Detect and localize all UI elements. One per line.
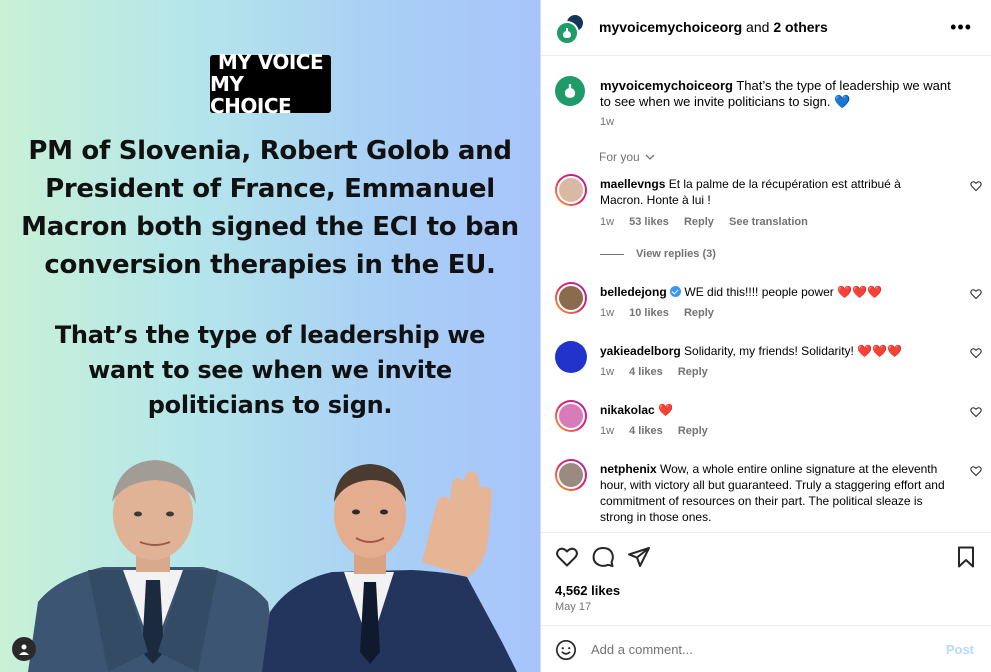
like-comment-heart-icon[interactable] [970, 465, 982, 477]
post-headline: PM of Slovenia, Robert Golob and Preside… [21, 136, 519, 280]
blue-heart-emoji: 💙 [834, 94, 851, 109]
reply-button[interactable]: Reply [684, 307, 714, 319]
add-comment-bar: Post [541, 625, 991, 672]
comment-time: 1w [600, 366, 615, 378]
verified-badge-icon [670, 286, 682, 297]
comments-scroll[interactable]: myvoicemychoiceorg That’s the type of le… [541, 56, 991, 532]
logo-line-1: MY VOICE [217, 50, 324, 74]
comment-body: WE did this!!!! people power [681, 285, 838, 299]
view-replies-label: View replies (3) [636, 248, 716, 260]
like-comment-heart-icon[interactable] [970, 347, 982, 359]
caption-time: 1w [600, 116, 615, 128]
comment-avatar[interactable] [555, 459, 587, 491]
comment-likes[interactable]: 4 likes [629, 425, 663, 437]
share-paper-plane-icon[interactable] [627, 545, 651, 569]
comment-username[interactable]: belledejong [600, 285, 667, 299]
comment-likes[interactable]: 10 likes [629, 307, 669, 319]
like-comment-heart-icon[interactable] [970, 288, 982, 300]
like-comment-heart-icon[interactable] [970, 406, 982, 418]
comment-time: 1w [600, 307, 615, 319]
post-comment-button[interactable]: Post [946, 642, 974, 657]
header-others[interactable]: 2 others [773, 19, 827, 35]
see-translation-button[interactable]: See translation [729, 216, 808, 228]
caption-username[interactable]: myvoicemychoiceorg [600, 78, 733, 93]
reply-button[interactable]: Reply [678, 425, 708, 437]
reply-button[interactable]: Reply [678, 366, 708, 378]
replies-divider [600, 253, 624, 255]
red-hearts-emoji: ❤️❤️❤️ [837, 285, 882, 299]
collab-avatars[interactable] [555, 13, 587, 45]
add-comment-input[interactable] [591, 638, 931, 660]
comment-avatar[interactable] [555, 174, 587, 206]
comment-avatar[interactable] [555, 282, 587, 314]
comment-text: nikakolac ❤️ [600, 402, 945, 418]
caption-text: myvoicemychoiceorg That’s the type of le… [600, 78, 960, 110]
bottle-logo-icon [564, 84, 576, 98]
comment-likes[interactable]: 53 likes [629, 216, 669, 228]
caption-avatar[interactable] [555, 76, 585, 106]
comment-meta: 1w 53 likes Reply See translation [600, 216, 820, 228]
comment-text: maellevngs Et la palme de la récupératio… [600, 176, 945, 208]
comment-text: belledejong WE did this!!!! people power… [600, 284, 945, 300]
comment-username[interactable]: maellevngs [600, 177, 665, 191]
red-hearts-emoji: ❤️❤️❤️ [857, 344, 903, 358]
comment-username[interactable]: yakieadelborg [600, 344, 681, 358]
comment-likes[interactable]: 4 likes [629, 366, 663, 378]
comment-time: 1w [600, 216, 615, 228]
comment-time: 1w [600, 425, 615, 437]
comment-meta: 1w 10 likes Reply [600, 307, 726, 319]
post-viewer: MY VOICE MY CHOICE PM of Slovenia, Rober… [0, 0, 991, 672]
sort-label: For you [599, 150, 640, 164]
bottle-logo-icon [563, 28, 571, 38]
reply-button[interactable]: Reply [684, 216, 714, 228]
comment-bubble-icon[interactable] [591, 545, 615, 569]
save-bookmark-icon[interactable] [954, 545, 978, 569]
comment-body: Solidarity, my friends! Solidarity! [680, 344, 858, 358]
likes-count[interactable]: 4,562 likes [555, 583, 620, 598]
post-header: myvoicemychoiceorg and 2 others ••• [541, 0, 991, 56]
comment-text: yakieadelborg Solidarity, my friends! So… [600, 343, 945, 359]
comment-username[interactable]: netphenix [600, 462, 657, 476]
comment-avatar[interactable] [555, 400, 587, 432]
emoji-smiley-icon[interactable] [555, 639, 577, 661]
comment-text: netphenix Wow, a whole entire online sig… [600, 461, 945, 525]
like-heart-icon[interactable] [555, 545, 579, 569]
view-replies-button[interactable]: View replies (3) [600, 248, 716, 260]
comment-meta: 1w 4 likes Reply [600, 425, 720, 437]
photo-person-left [28, 460, 278, 672]
logo-line-2: MY CHOICE [210, 72, 292, 118]
comment-username[interactable]: nikakolac [600, 403, 655, 417]
red-heart-emoji: ❤️ [658, 403, 673, 417]
account-avatar [555, 21, 579, 45]
header-and: and [742, 19, 774, 35]
chevron-down-icon [645, 154, 655, 160]
comments-sort-dropdown[interactable]: For you [599, 150, 655, 164]
more-horizontal-icon[interactable]: ••• [950, 18, 972, 36]
post-side-panel: myvoicemychoiceorg and 2 others ••• myvo… [540, 0, 991, 672]
post-image: MY VOICE MY CHOICE PM of Slovenia, Rober… [0, 0, 540, 672]
post-subline: That’s the type of leadership we want to… [54, 321, 486, 419]
comment-meta: 1w 4 likes Reply [600, 366, 720, 378]
post-actions: 4,562 likes May 17 [541, 532, 991, 622]
photo-person-right [262, 464, 517, 672]
tagged-users-icon[interactable] [12, 637, 36, 661]
post-date: May 17 [555, 601, 592, 613]
like-comment-heart-icon[interactable] [970, 180, 982, 192]
comment-avatar[interactable] [555, 341, 587, 373]
header-username[interactable]: myvoicemychoiceorg [599, 19, 742, 35]
header-accounts[interactable]: myvoicemychoiceorg and 2 others [599, 19, 828, 35]
brand-logo: MY VOICE MY CHOICE [210, 51, 331, 117]
